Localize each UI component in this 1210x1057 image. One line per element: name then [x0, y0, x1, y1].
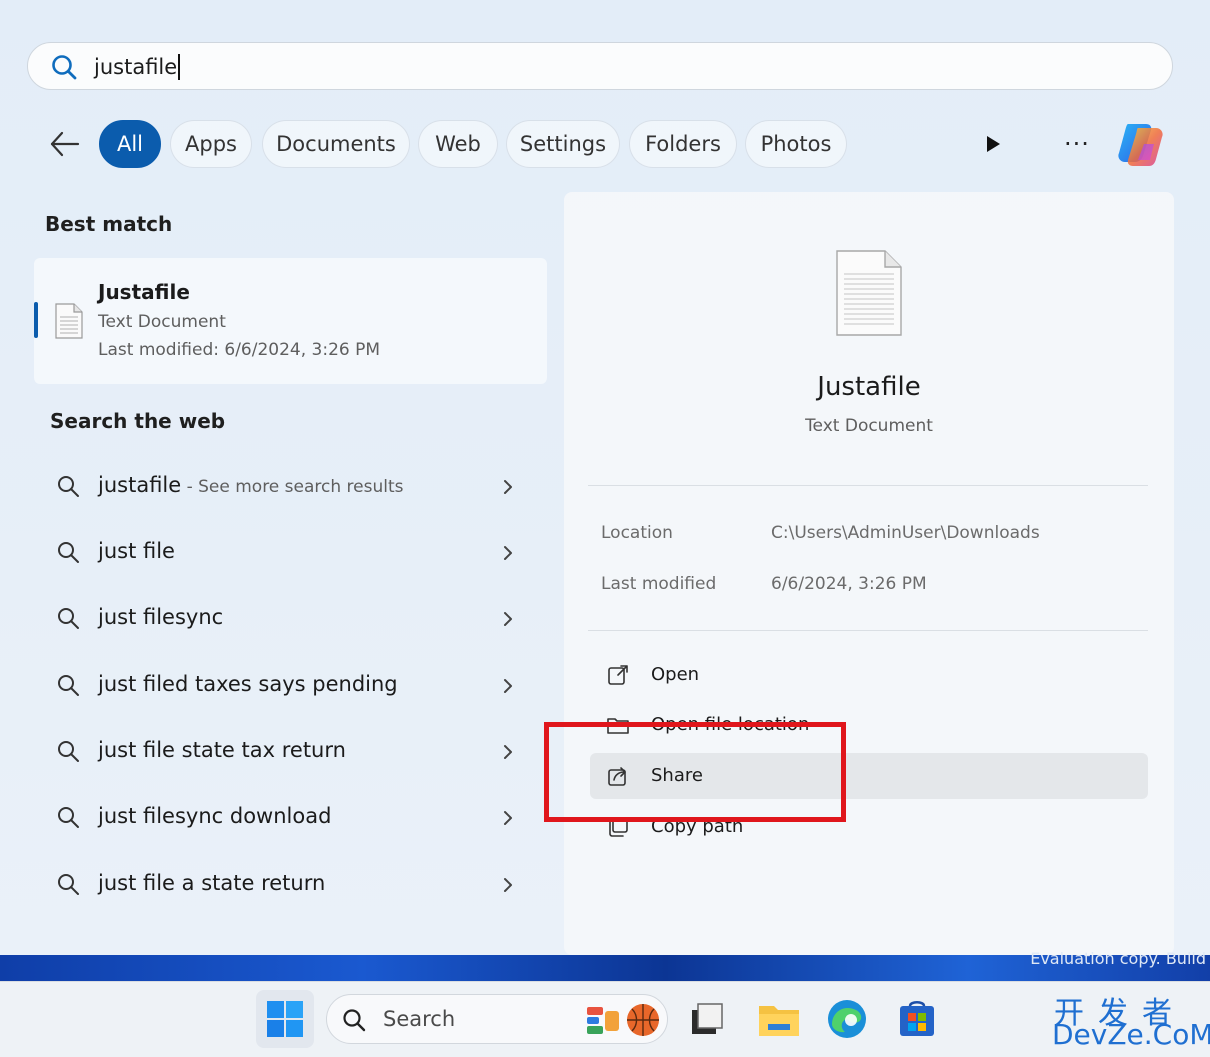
tab-apps[interactable]: Apps: [170, 120, 252, 168]
tab-web[interactable]: Web: [418, 120, 498, 168]
text-file-icon: [55, 303, 83, 339]
last-modified-label: Last modified: [601, 574, 717, 594]
location-label: Location: [601, 523, 673, 543]
web-suggestion[interactable]: just filed taxes says pending: [50, 660, 530, 712]
search-icon: [58, 542, 79, 563]
edge-browser-icon[interactable]: [824, 996, 870, 1042]
taskbar: Search: [0, 981, 1210, 1057]
web-suggestion-label: just file: [98, 539, 175, 563]
result-type: Text Document: [98, 312, 226, 332]
search-icon: [58, 608, 79, 629]
file-explorer-icon[interactable]: [756, 996, 802, 1042]
see-more-hint: - See more search results: [181, 477, 404, 497]
copilot-icon[interactable]: [1114, 118, 1168, 170]
search-box[interactable]: justafile: [27, 42, 1173, 90]
tab-all[interactable]: All: [99, 120, 161, 168]
devze-watermark-logo: 开发者 DevZe.CoM: [1050, 988, 1210, 1052]
search-icon: [58, 476, 79, 497]
tab-settings[interactable]: Settings: [506, 120, 620, 168]
search-icon: [343, 1009, 366, 1032]
web-suggestion-label: just file state tax return: [98, 738, 346, 762]
web-suggestion[interactable]: just filesync: [50, 593, 530, 645]
preview-title: Justafile: [817, 372, 921, 402]
search-icon: [58, 741, 79, 762]
last-modified-value: 6/6/2024, 3:26 PM: [771, 574, 927, 594]
divider: [588, 630, 1148, 631]
result-name: Justafile: [98, 280, 190, 304]
copy-path-label: Copy path: [651, 816, 744, 837]
result-modified: Last modified: 6/6/2024, 3:26 PM: [98, 340, 381, 360]
search-icon: [58, 807, 79, 828]
search-highlight-widget-icon[interactable]: [585, 1001, 663, 1039]
copy-path-action[interactable]: Copy path: [590, 804, 1148, 850]
taskbar-search-box[interactable]: Search: [326, 994, 668, 1044]
evaluation-copy-text: Evaluation copy. Build: [1030, 949, 1206, 968]
search-input[interactable]: justafile: [94, 54, 181, 80]
preview-pane: Justafile Text Document Location C:\User…: [564, 192, 1174, 955]
folder-icon: [607, 718, 629, 734]
divider: [588, 485, 1148, 486]
open-file-location-action[interactable]: Open file location: [590, 702, 1148, 748]
web-suggestion-label: just filesync: [98, 605, 224, 629]
chevron-right-icon: [504, 878, 512, 892]
copy-icon: [609, 817, 628, 837]
selection-indicator: [34, 302, 38, 338]
share-label: Share: [651, 765, 703, 786]
chevron-right-icon: [504, 745, 512, 759]
chevron-right-icon: [504, 480, 512, 494]
web-suggestion-label: just filesync download: [98, 804, 332, 828]
share-action[interactable]: Share: [590, 753, 1148, 799]
taskbar-search-label: Search: [383, 1007, 456, 1031]
open-label: Open: [651, 664, 700, 685]
chevron-right-icon: [504, 546, 512, 560]
web-suggestion-label: just filed taxes says pending: [98, 672, 398, 696]
search-flyout: justafile All Apps Documents Web Setting…: [0, 0, 1210, 955]
preview-subtitle: Text Document: [805, 416, 933, 436]
tab-folders[interactable]: Folders: [629, 120, 737, 168]
desktop-wallpaper: [0, 955, 1210, 981]
text-file-large-icon: [836, 250, 902, 336]
open-external-icon: [608, 665, 628, 685]
tab-documents[interactable]: Documents: [262, 120, 410, 168]
open-action[interactable]: Open: [590, 652, 1148, 698]
search-icon: [52, 55, 77, 80]
best-match-heading: Best match: [45, 212, 173, 236]
tab-photos[interactable]: Photos: [745, 120, 847, 168]
web-suggestion[interactable]: just file a state return: [50, 859, 530, 911]
search-icon: [58, 874, 79, 895]
web-suggestion[interactable]: just filesync download: [50, 792, 530, 844]
web-suggestion[interactable]: just file state tax return: [50, 726, 530, 778]
task-view-icon[interactable]: [684, 996, 730, 1042]
best-match-result[interactable]: Justafile Text Document Last modified: 6…: [34, 258, 547, 384]
start-button[interactable]: [256, 990, 314, 1048]
location-value: C:\Users\AdminUser\Downloads: [771, 523, 1040, 543]
open-file-location-label: Open file location: [651, 714, 810, 735]
web-suggestion[interactable]: justafile - See more search results: [50, 461, 530, 513]
web-suggestion[interactable]: just file: [50, 527, 530, 579]
chevron-right-icon: [504, 612, 512, 626]
search-icon: [58, 675, 79, 696]
web-suggestion-label: just file a state return: [98, 871, 326, 895]
more-options-button[interactable]: ···: [1064, 130, 1090, 158]
share-icon: [608, 767, 626, 786]
play-more-filters-icon[interactable]: [983, 133, 1003, 155]
microsoft-store-icon[interactable]: [894, 996, 940, 1042]
windows-logo-icon: [267, 1001, 303, 1037]
watermark-line2: DevZe.CoM: [1052, 1018, 1210, 1051]
chevron-right-icon: [504, 811, 512, 825]
back-arrow-icon[interactable]: [48, 128, 82, 160]
web-suggestion-label: justafile: [98, 473, 182, 497]
search-web-heading: Search the web: [50, 409, 226, 433]
chevron-right-icon: [504, 679, 512, 693]
